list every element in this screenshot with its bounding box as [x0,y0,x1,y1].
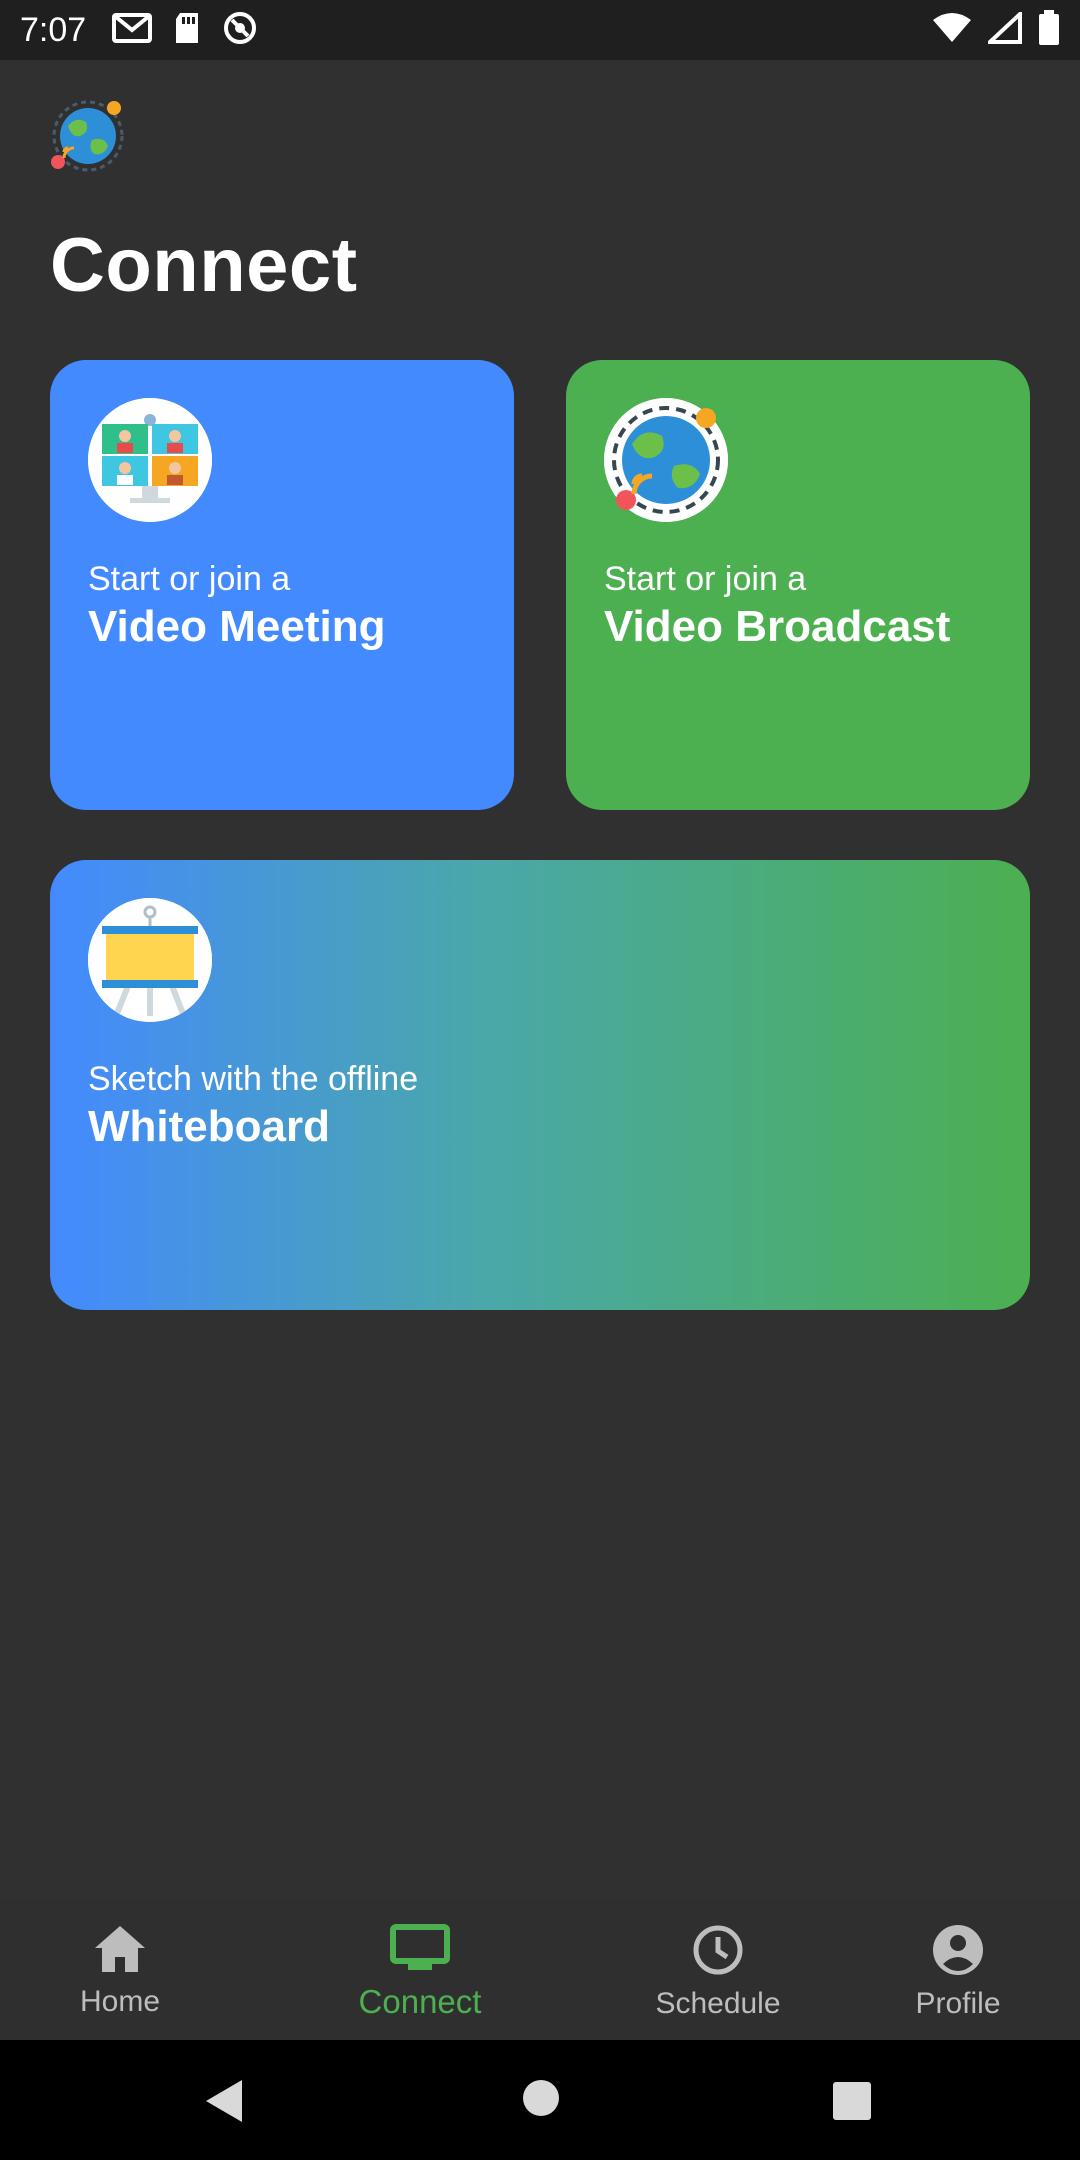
video-meeting-card[interactable]: Start or join a Video Meeting [50,360,514,810]
nav-home[interactable]: Home [20,1900,220,2040]
nav-profile-label: Profile [915,1987,1001,2020]
video-meeting-icon [88,398,212,522]
home-icon [93,1924,147,1979]
wifi-icon [932,12,972,49]
back-icon[interactable] [204,2078,244,2129]
bottom-navigation: Home Connect Schedule Profile [0,1900,1080,2040]
status-right [932,8,1060,51]
whiteboard-subtitle: Sketch with the offline [88,1060,419,1098]
whiteboard-card[interactable]: Sketch with the offline Whiteboard [50,860,1030,1310]
system-navigation-bar [0,2040,1080,2160]
signal-icon [984,8,1022,49]
status-time: 7:07 [20,10,87,49]
battery-icon [1038,9,1060,51]
nav-home-label: Home [79,1985,161,2018]
page-title: Connect [50,223,358,308]
broadcast-title: Video Broadcast [604,602,951,651]
clock-icon [692,1924,744,1981]
nav-connect[interactable]: Connect [320,1900,520,2040]
status-bar: 7:07 [0,0,1080,60]
sd-card-icon [172,11,202,50]
tv-icon [390,1924,450,1977]
whiteboard-title: Whiteboard [88,1102,330,1151]
nav-schedule[interactable]: Schedule [618,1900,818,2040]
nav-schedule-label: Schedule [655,1987,781,2020]
home-circle-icon[interactable] [521,2078,561,2123]
whiteboard-icon [88,898,212,1022]
meeting-subtitle: Start or join a [88,560,291,598]
app-logo-icon [48,96,128,176]
blocked-icon [222,10,258,51]
account-circle-icon [932,1924,984,1981]
nav-connect-label: Connect [358,1983,482,2020]
video-broadcast-card[interactable]: Start or join a Video Broadcast [566,360,1030,810]
gmail-icon [112,12,153,49]
recents-icon[interactable] [833,2082,871,2125]
meeting-title: Video Meeting [88,602,386,651]
broadcast-subtitle: Start or join a [604,560,807,598]
globe-broadcast-icon [604,398,728,522]
nav-profile[interactable]: Profile [858,1900,1058,2040]
